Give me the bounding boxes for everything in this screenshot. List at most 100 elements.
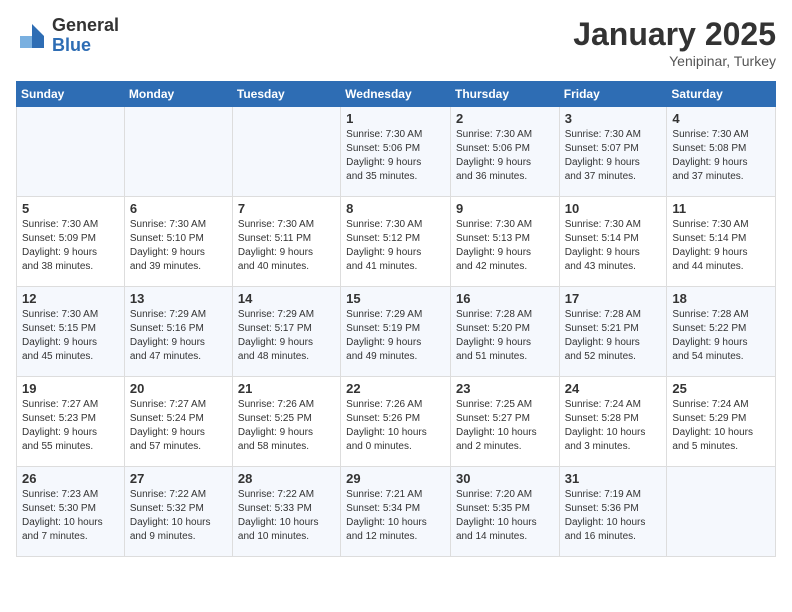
day-info: Sunrise: 7:30 AM Sunset: 5:12 PM Dayligh… [346,218,445,274]
calendar-cell: 15Sunrise: 7:29 AM Sunset: 5:19 PM Dayli… [341,287,451,377]
day-info: Sunrise: 7:29 AM Sunset: 5:16 PM Dayligh… [130,308,227,364]
day-info: Sunrise: 7:24 AM Sunset: 5:28 PM Dayligh… [565,398,662,454]
day-info: Sunrise: 7:30 AM Sunset: 5:14 PM Dayligh… [565,218,662,274]
day-number: 29 [346,471,445,486]
day-info: Sunrise: 7:20 AM Sunset: 5:35 PM Dayligh… [456,488,554,544]
day-info: Sunrise: 7:21 AM Sunset: 5:34 PM Dayligh… [346,488,445,544]
day-number: 11 [672,201,770,216]
calendar-header: SundayMondayTuesdayWednesdayThursdayFrid… [17,82,776,107]
logo-general: General [52,16,119,36]
calendar-cell: 19Sunrise: 7:27 AM Sunset: 5:23 PM Dayli… [17,377,125,467]
calendar-cell: 10 Sunrise: 7:30 AM Sunset: 5:14 PM Dayli… [559,197,667,287]
day-info: Sunrise: 7:30 AM Sunset: 5:10 PM Dayligh… [130,218,227,274]
logo-icon [16,20,48,52]
calendar-cell: 13Sunrise: 7:29 AM Sunset: 5:16 PM Dayli… [124,287,232,377]
week-row-4: 19Sunrise: 7:27 AM Sunset: 5:23 PM Dayli… [17,377,776,467]
day-number: 22 [346,381,445,396]
day-number: 20 [130,381,227,396]
header-cell-friday: Friday [559,82,667,107]
day-number: 7 [238,201,335,216]
day-info: Sunrise: 7:30 AM Sunset: 5:07 PM Dayligh… [565,128,662,184]
day-info: Sunrise: 7:22 AM Sunset: 5:33 PM Dayligh… [238,488,335,544]
day-info: Sunrise: 7:26 AM Sunset: 5:25 PM Dayligh… [238,398,335,454]
day-number: 26 [22,471,119,486]
calendar-cell [232,107,340,197]
day-info: Sunrise: 7:30 AM Sunset: 5:08 PM Dayligh… [672,128,770,184]
calendar-cell: 4 Sunrise: 7:30 AM Sunset: 5:08 PM Daylig… [667,107,776,197]
calendar-cell: 17Sunrise: 7:28 AM Sunset: 5:21 PM Dayli… [559,287,667,377]
header-row: SundayMondayTuesdayWednesdayThursdayFrid… [17,82,776,107]
day-info: Sunrise: 7:23 AM Sunset: 5:30 PM Dayligh… [22,488,119,544]
day-info: Sunrise: 7:22 AM Sunset: 5:32 PM Dayligh… [130,488,227,544]
day-number: 3 [565,111,662,126]
day-info: Sunrise: 7:28 AM Sunset: 5:21 PM Dayligh… [565,308,662,364]
calendar-cell: 1Sunrise: 7:30 AM Sunset: 5:06 PM Daylig… [341,107,451,197]
day-number: 23 [456,381,554,396]
calendar-cell: 9 Sunrise: 7:30 AM Sunset: 5:13 PM Daylig… [450,197,559,287]
day-number: 4 [672,111,770,126]
location: Yenipinar, Turkey [573,53,776,69]
logo-text: General Blue [52,16,119,56]
month-title: January 2025 [573,16,776,53]
day-number: 1 [346,111,445,126]
calendar-cell: 27Sunrise: 7:22 AM Sunset: 5:32 PM Dayli… [124,467,232,557]
day-number: 30 [456,471,554,486]
day-info: Sunrise: 7:27 AM Sunset: 5:23 PM Dayligh… [22,398,119,454]
day-info: Sunrise: 7:25 AM Sunset: 5:27 PM Dayligh… [456,398,554,454]
calendar-cell: 29 Sunrise: 7:21 AM Sunset: 5:34 PM Dayli… [341,467,451,557]
calendar-cell: 14Sunrise: 7:29 AM Sunset: 5:17 PM Dayli… [232,287,340,377]
calendar-cell: 2 Sunrise: 7:30 AM Sunset: 5:06 PM Daylig… [450,107,559,197]
calendar-cell: 8Sunrise: 7:30 AM Sunset: 5:12 PM Daylig… [341,197,451,287]
calendar-cell: 18 Sunrise: 7:28 AM Sunset: 5:22 PM Dayli… [667,287,776,377]
calendar-cell [17,107,125,197]
calendar-cell: 23 Sunrise: 7:25 AM Sunset: 5:27 PM Dayli… [450,377,559,467]
calendar-cell: 12Sunrise: 7:30 AM Sunset: 5:15 PM Dayli… [17,287,125,377]
day-info: Sunrise: 7:30 AM Sunset: 5:13 PM Dayligh… [456,218,554,274]
header-cell-wednesday: Wednesday [341,82,451,107]
day-number: 25 [672,381,770,396]
calendar-body: 1 Sunrise: 7:30 AM Sunset: 5:06 PM Daylig… [17,107,776,557]
day-info: Sunrise: 7:28 AM Sunset: 5:22 PM Dayligh… [672,308,770,364]
page-header: General Blue January 2025 Yenipinar, Tur… [16,16,776,69]
day-info: Sunrise: 7:28 AM Sunset: 5:20 PM Dayligh… [456,308,554,364]
day-number: 14 [238,291,335,306]
day-number: 28 [238,471,335,486]
day-info: Sunrise: 7:24 AM Sunset: 5:29 PM Dayligh… [672,398,770,454]
calendar-cell: 6Sunrise: 7:30 AM Sunset: 5:10 PM Daylig… [124,197,232,287]
day-info: Sunrise: 7:27 AM Sunset: 5:24 PM Dayligh… [130,398,227,454]
calendar-cell: 11Sunrise: 7:30 AM Sunset: 5:14 PM Dayli… [667,197,776,287]
calendar-cell: 30 Sunrise: 7:20 AM Sunset: 5:35 PM Dayli… [450,467,559,557]
day-info: Sunrise: 7:19 AM Sunset: 5:36 PM Dayligh… [565,488,662,544]
day-info: Sunrise: 7:30 AM Sunset: 5:06 PM Dayligh… [456,128,554,184]
header-cell-saturday: Saturday [667,82,776,107]
day-number: 21 [238,381,335,396]
day-number: 2 [456,111,554,126]
calendar-cell: 5Sunrise: 7:30 AM Sunset: 5:09 PM Daylig… [17,197,125,287]
day-number: 5 [22,201,119,216]
day-number: 24 [565,381,662,396]
logo: General Blue [16,16,119,56]
day-number: 9 [456,201,554,216]
calendar-cell: 26 Sunrise: 7:23 AM Sunset: 5:30 PM Dayli… [17,467,125,557]
week-row-2: 5Sunrise: 7:30 AM Sunset: 5:09 PM Daylig… [17,197,776,287]
day-number: 10 [565,201,662,216]
calendar-cell: 25 Sunrise: 7:24 AM Sunset: 5:29 PM Dayli… [667,377,776,467]
day-info: Sunrise: 7:30 AM Sunset: 5:15 PM Dayligh… [22,308,119,364]
header-cell-thursday: Thursday [450,82,559,107]
day-number: 18 [672,291,770,306]
calendar-cell: 22Sunrise: 7:26 AM Sunset: 5:26 PM Dayli… [341,377,451,467]
calendar-cell: 31Sunrise: 7:19 AM Sunset: 5:36 PM Dayli… [559,467,667,557]
calendar-cell: 7Sunrise: 7:30 AM Sunset: 5:11 PM Daylig… [232,197,340,287]
header-cell-tuesday: Tuesday [232,82,340,107]
header-cell-sunday: Sunday [17,82,125,107]
calendar-cell: 3 Sunrise: 7:30 AM Sunset: 5:07 PM Daylig… [559,107,667,197]
calendar-cell [667,467,776,557]
calendar-cell: 21 Sunrise: 7:26 AM Sunset: 5:25 PM Dayli… [232,377,340,467]
week-row-1: 1 Sunrise: 7:30 AM Sunset: 5:06 PM Daylig… [17,107,776,197]
header-cell-monday: Monday [124,82,232,107]
calendar-cell: 20 Sunrise: 7:27 AM Sunset: 5:24 PM Dayli… [124,377,232,467]
calendar-cell: 24 Sunrise: 7:24 AM Sunset: 5:28 PM Dayli… [559,377,667,467]
calendar-cell: 16Sunrise: 7:28 AM Sunset: 5:20 PM Dayli… [450,287,559,377]
week-row-3: 12Sunrise: 7:30 AM Sunset: 5:15 PM Dayli… [17,287,776,377]
day-info: Sunrise: 7:29 AM Sunset: 5:19 PM Dayligh… [346,308,445,364]
